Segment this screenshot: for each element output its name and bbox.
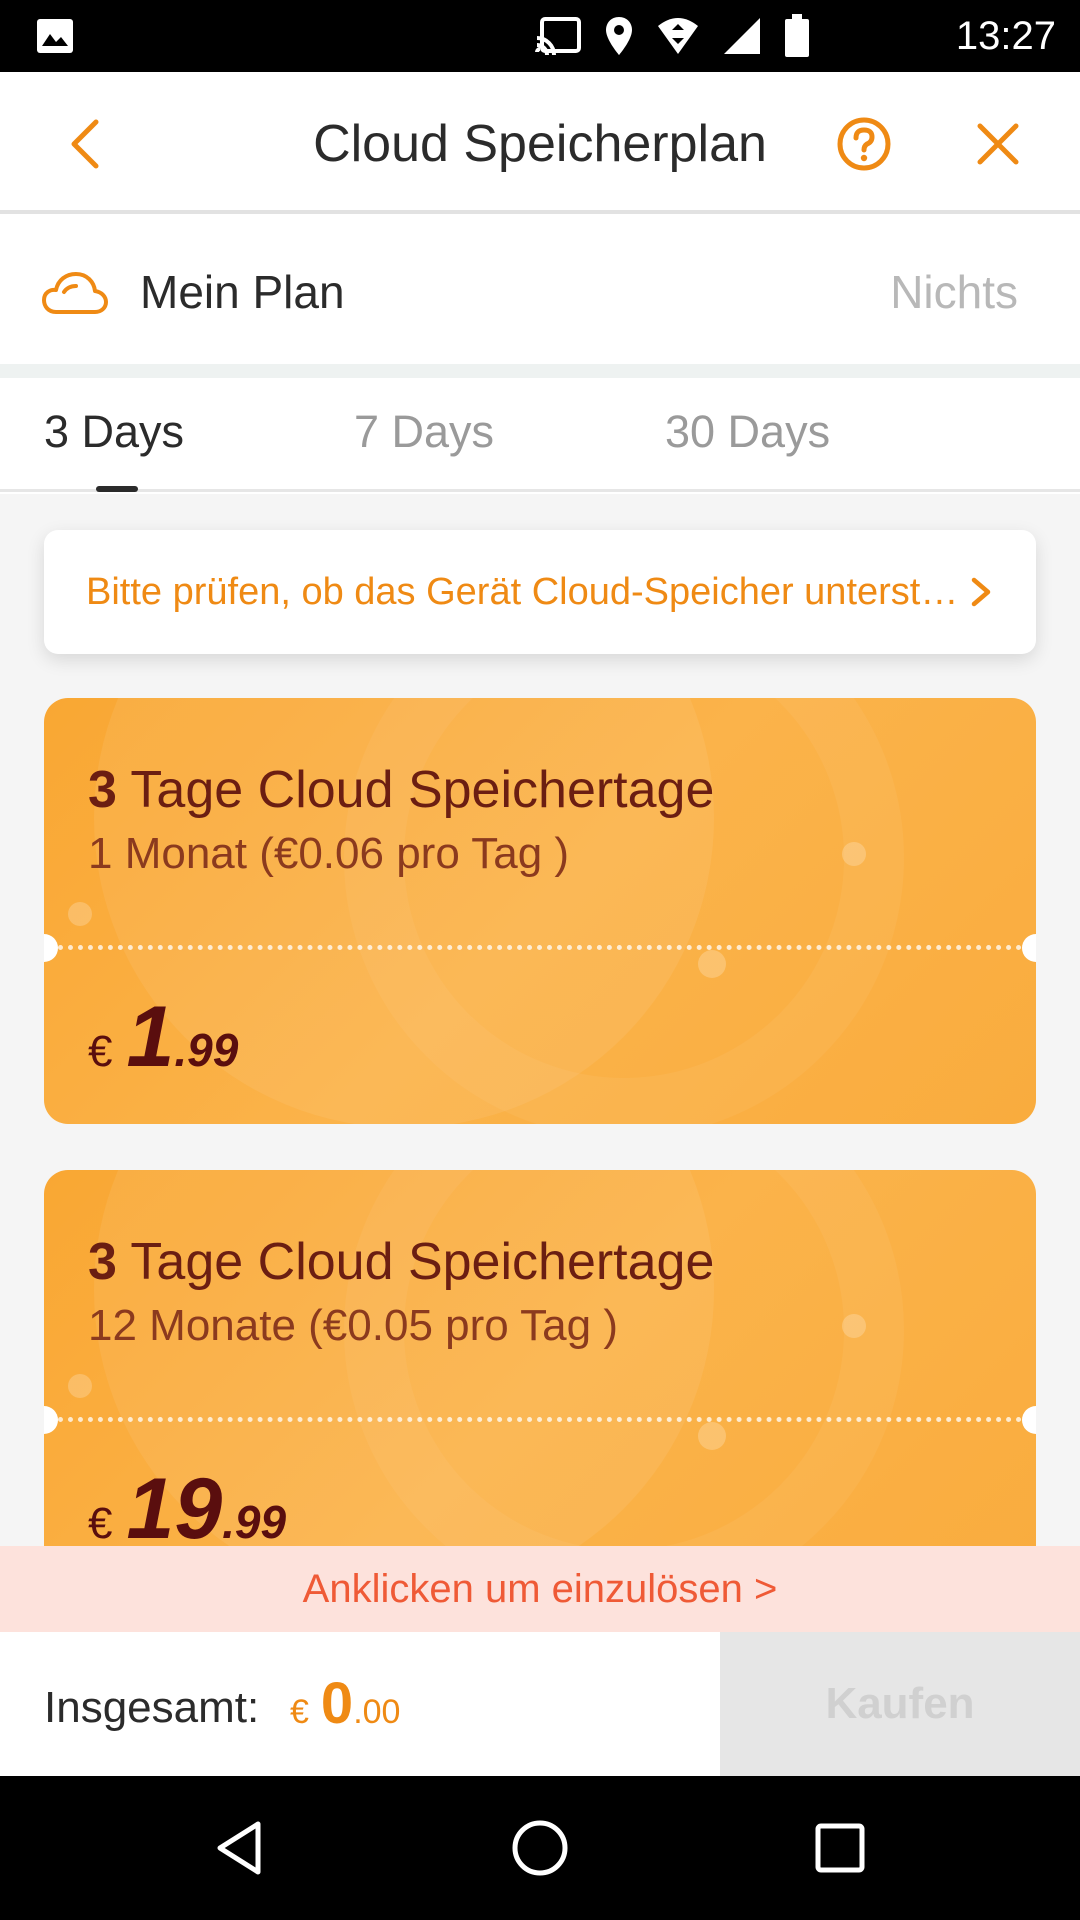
app-header: Cloud Speicherplan (0, 72, 1080, 214)
card-notch (1022, 1406, 1036, 1434)
battery-icon (785, 14, 809, 57)
wifi-icon (658, 18, 698, 54)
plan-subtitle: 1 Monat (€0.06 pro Tag ) (88, 829, 570, 878)
plan-title-text: Tage Cloud Speichertage (116, 761, 715, 819)
tab-3-days[interactable]: 3 Days (44, 404, 184, 460)
plan-title: 3 Tage Cloud Speichertage (88, 1230, 714, 1294)
recents-square-icon[interactable] (808, 1816, 872, 1880)
my-plan-row: Mein Plan Nichts (0, 218, 1080, 364)
tab-7-days[interactable]: 7 Days (354, 404, 494, 460)
chevron-right-icon (971, 577, 991, 607)
plan-card[interactable]: 3 Tage Cloud Speichertage 12 Monate (€0.… (44, 1170, 1036, 1546)
status-icons (534, 14, 810, 58)
card-notch (44, 934, 58, 962)
card-decoration (842, 842, 866, 866)
total-integer: 0 (320, 1671, 354, 1736)
close-icon[interactable] (970, 116, 1026, 172)
my-plan-label: Mein Plan (140, 266, 345, 318)
status-bar: 13:27 (0, 0, 1080, 72)
plan-price: €19.99 (88, 1460, 286, 1546)
card-decoration (698, 950, 726, 978)
cloud-icon (42, 272, 108, 314)
total-decimal: .00 (353, 1693, 401, 1731)
signal-icon (724, 18, 760, 54)
card-notch (44, 1406, 58, 1434)
total-currency: € (290, 1693, 309, 1731)
card-decoration (68, 1374, 92, 1398)
card-divider (58, 945, 1022, 950)
plan-list[interactable]: Bitte prüfen, ob das Gerät Cloud-Speiche… (0, 494, 1080, 1546)
device-support-notice[interactable]: Bitte prüfen, ob das Gerät Cloud-Speiche… (44, 530, 1036, 654)
section-divider (0, 364, 1080, 378)
price-currency: € (88, 1499, 113, 1546)
image-icon (37, 19, 73, 53)
status-time: 13:27 (955, 14, 1056, 58)
help-circle-icon[interactable] (836, 116, 892, 172)
cast-icon (535, 17, 581, 56)
notice-text: Bitte prüfen, ob das Gerät Cloud-Speiche… (86, 571, 966, 613)
home-circle-icon[interactable] (508, 1816, 572, 1880)
plan-days-number: 3 (88, 761, 117, 819)
location-icon (606, 17, 632, 55)
checkout-bar: Insgesamt: €0.00 Kaufen (0, 1632, 1080, 1776)
page-title: Cloud Speicherplan (313, 115, 767, 173)
my-plan-value: Nichts (890, 266, 1018, 318)
redeem-link[interactable]: Anklicken um einzulösen > (0, 1546, 1080, 1632)
plan-subtitle: 12 Monate (€0.05 pro Tag ) (88, 1301, 618, 1350)
buy-button[interactable]: Kaufen (720, 1632, 1080, 1776)
back-triangle-icon[interactable] (208, 1816, 272, 1880)
system-nav-bar (0, 1776, 1080, 1920)
price-integer: 1 (126, 989, 175, 1085)
total-value: €0.00 (290, 1664, 400, 1759)
plan-days-number: 3 (88, 1233, 117, 1291)
tab-30-days[interactable]: 30 Days (665, 404, 830, 460)
plan-price: €1.99 (88, 988, 238, 1087)
card-decoration (842, 1314, 866, 1338)
price-integer: 19 (126, 1461, 223, 1546)
plan-card[interactable]: 3 Tage Cloud Speichertage 1 Monat (€0.06… (44, 698, 1036, 1124)
card-decoration (344, 1170, 904, 1546)
card-notch (1022, 934, 1036, 962)
card-decoration (698, 1422, 726, 1450)
plan-title-text: Tage Cloud Speichertage (116, 1233, 715, 1291)
plan-title: 3 Tage Cloud Speichertage (88, 758, 714, 822)
total-label: Insgesamt: (44, 1683, 260, 1732)
tab-indicator (96, 486, 138, 492)
price-decimal: .99 (222, 1496, 287, 1546)
card-decoration (68, 902, 92, 926)
duration-tabs: 3 Days 7 Days 30 Days (0, 378, 1080, 492)
price-currency: € (88, 1027, 113, 1076)
price-decimal: .99 (174, 1024, 239, 1076)
card-divider (58, 1417, 1022, 1422)
